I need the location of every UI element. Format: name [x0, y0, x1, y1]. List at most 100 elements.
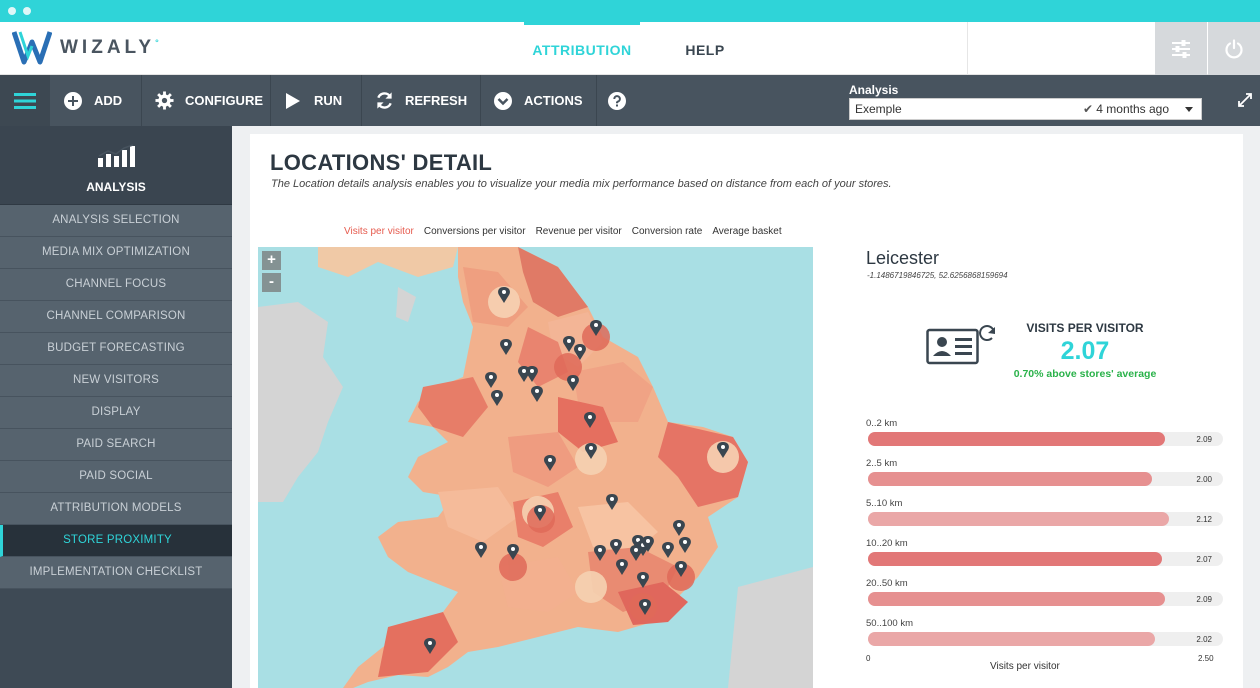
run-button[interactable]: RUN	[271, 75, 362, 126]
brand-name: WIZALY°	[60, 37, 159, 58]
bar[interactable]	[868, 592, 1165, 606]
store-marker-icon[interactable]	[531, 386, 543, 402]
bar[interactable]	[868, 552, 1162, 566]
store-marker-icon[interactable]	[590, 320, 602, 336]
bar-value-label: 2.09	[1196, 435, 1212, 444]
store-marker-icon[interactable]	[507, 544, 519, 560]
bar-track	[868, 632, 1223, 646]
bar-row: 0..2 km 2.09	[866, 418, 1226, 458]
store-map[interactable]: + -	[258, 247, 813, 688]
store-marker-icon[interactable]	[584, 412, 596, 428]
tab-help[interactable]: HELP	[660, 22, 750, 75]
bar[interactable]	[868, 512, 1169, 526]
bar[interactable]	[868, 632, 1155, 646]
settings-button[interactable]	[1155, 22, 1207, 75]
fullscreen-button[interactable]	[1238, 93, 1252, 112]
sidebar-item-new-visitors[interactable]: NEW VISITORS	[0, 365, 232, 397]
store-marker-icon[interactable]	[424, 638, 436, 654]
store-marker-icon[interactable]	[567, 375, 579, 391]
sidebar-item-analysis-selection[interactable]: ANALYSIS SELECTION	[0, 205, 232, 237]
store-marker-icon[interactable]	[534, 505, 546, 521]
bar-category-label: 2..5 km	[866, 458, 898, 469]
configure-button[interactable]: CONFIGURE	[142, 75, 271, 126]
store-marker-icon[interactable]	[675, 561, 687, 577]
bar-category-label: 20..50 km	[866, 578, 908, 589]
store-marker-icon[interactable]	[616, 559, 628, 575]
bar-value-label: 2.07	[1196, 555, 1212, 564]
analysis-select[interactable]: Exemple ✔ 4 months ago	[849, 98, 1202, 120]
main-content: LOCATIONS' DETAIL The Location details a…	[232, 126, 1260, 688]
power-icon	[1225, 38, 1243, 58]
store-marker-icon[interactable]	[673, 520, 685, 536]
selected-store-city: Leicester	[866, 248, 940, 268]
store-marker-icon[interactable]	[679, 537, 691, 553]
store-marker-icon[interactable]	[594, 545, 606, 561]
sidebar-item-media-mix-optimization[interactable]: MEDIA MIX OPTIMIZATION	[0, 237, 232, 269]
question-icon	[608, 91, 626, 110]
store-marker-icon[interactable]	[637, 572, 649, 588]
metric-tab-conversions-per-visitor[interactable]: Conversions per visitor	[424, 226, 526, 237]
store-marker-icon[interactable]	[491, 390, 503, 406]
store-marker-icon[interactable]	[606, 494, 618, 510]
store-marker-icon[interactable]	[639, 599, 651, 615]
x-axis-title: Visits per visitor	[990, 661, 1060, 672]
sidebar-item-budget-forecasting[interactable]: BUDGET FORECASTING	[0, 333, 232, 365]
bar[interactable]	[868, 432, 1165, 446]
logout-button[interactable]	[1208, 22, 1260, 75]
sidebar-item-channel-comparison[interactable]: CHANNEL COMPARISON	[0, 301, 232, 333]
store-marker-icon[interactable]	[485, 372, 497, 388]
help-button[interactable]	[597, 75, 641, 126]
add-button[interactable]: ADD	[50, 75, 142, 126]
window-dot	[23, 7, 31, 15]
bar-value-label: 2.09	[1196, 595, 1212, 604]
wizaly-logo-icon	[12, 31, 52, 65]
expand-icon	[1238, 93, 1252, 107]
gear-icon	[154, 91, 174, 111]
store-marker-icon[interactable]	[544, 455, 556, 471]
top-navigation: WIZALY° ATTRIBUTION HELP	[0, 22, 1260, 75]
bar-row: 50..100 km 2.02	[866, 618, 1226, 658]
run-label: RUN	[314, 93, 343, 108]
window-dot	[8, 7, 16, 15]
sidebar-item-paid-search[interactable]: PAID SEARCH	[0, 429, 232, 461]
metric-tab-revenue-per-visitor[interactable]: Revenue per visitor	[536, 226, 622, 237]
sidebar-item-paid-social[interactable]: PAID SOCIAL	[0, 461, 232, 493]
analysis-picker: Analysis Exemple ✔ 4 months ago	[849, 83, 1202, 120]
sidebar-item-store-proximity[interactable]: STORE PROXIMITY	[0, 525, 232, 557]
bar-row: 2..5 km 2.00	[866, 458, 1226, 498]
store-marker-icon[interactable]	[574, 344, 586, 360]
metric-tab-conversion-rate[interactable]: Conversion rate	[632, 226, 703, 237]
x-axis-min-label: 0	[866, 654, 871, 663]
store-marker-icon[interactable]	[717, 442, 729, 458]
store-marker-icon[interactable]	[475, 542, 487, 558]
sidebar-item-implementation-checklist[interactable]: IMPLEMENTATION CHECKLIST	[0, 557, 232, 589]
page-subtitle: The Location details analysis enables yo…	[271, 178, 892, 190]
sidebar-item-channel-focus[interactable]: CHANNEL FOCUS	[0, 269, 232, 301]
toolbar: ADD CONFIGURE RUN REFRESH ACTIONS Analys…	[0, 75, 1260, 126]
store-marker-icon[interactable]	[500, 339, 512, 355]
metric-tab-average-basket[interactable]: Average basket	[712, 226, 781, 237]
bar-category-label: 0..2 km	[866, 418, 898, 429]
bar-value-label: 2.00	[1196, 475, 1212, 484]
sidebar-item-display[interactable]: DISPLAY	[0, 397, 232, 429]
store-marker-icon[interactable]	[662, 542, 674, 558]
store-marker-icon[interactable]	[610, 539, 622, 555]
bar-track	[868, 512, 1223, 526]
sliders-icon	[1172, 39, 1190, 58]
brand-logo[interactable]: WIZALY°	[12, 28, 159, 68]
bar[interactable]	[868, 472, 1152, 486]
sidebar-item-attribution-models[interactable]: ATTRIBUTION MODELS	[0, 493, 232, 525]
store-marker-icon[interactable]	[630, 545, 642, 561]
metric-tabs: Visits per visitor Conversions per visit…	[344, 226, 792, 237]
actions-button[interactable]: ACTIONS	[481, 75, 597, 126]
play-icon	[283, 91, 303, 111]
hamburger-icon	[14, 92, 36, 109]
store-marker-icon[interactable]	[563, 336, 575, 352]
menu-button[interactable]	[0, 75, 50, 126]
store-marker-icon[interactable]	[498, 287, 510, 303]
metric-tab-visits-per-visitor[interactable]: Visits per visitor	[344, 226, 414, 237]
tab-attribution[interactable]: ATTRIBUTION	[524, 22, 640, 75]
refresh-button[interactable]: REFRESH	[362, 75, 481, 126]
store-marker-icon[interactable]	[526, 366, 538, 382]
store-marker-icon[interactable]	[585, 443, 597, 459]
